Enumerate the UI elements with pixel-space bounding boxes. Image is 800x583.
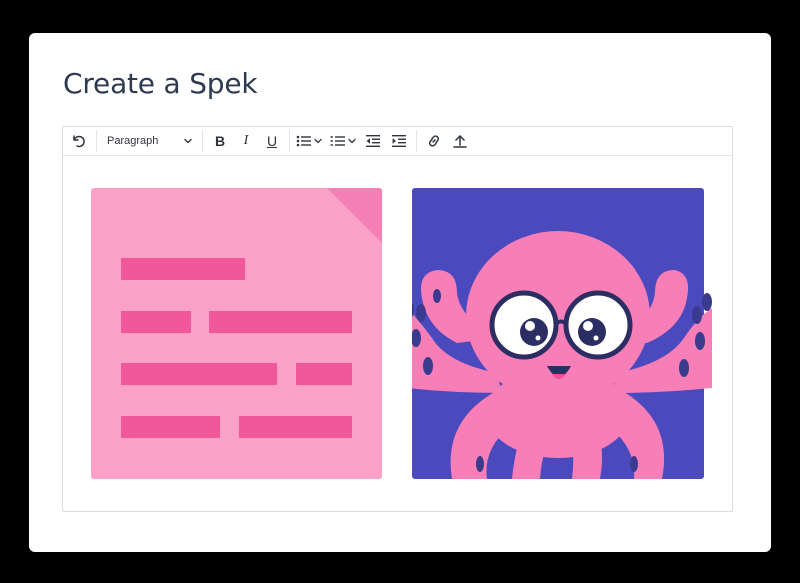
- octopus-illustration: [412, 188, 712, 479]
- toolbar-separator: [202, 130, 203, 152]
- toolbar-separator: [96, 130, 97, 152]
- numbered-list-icon: [330, 136, 356, 146]
- outdent-button[interactable]: [361, 129, 385, 153]
- upload-button[interactable]: [448, 129, 472, 153]
- spek-card: Create a Spek Paragraph B I U: [29, 33, 771, 552]
- block-format-dropdown[interactable]: Paragraph: [102, 129, 197, 153]
- undo-icon: [73, 135, 85, 148]
- underline-button[interactable]: U: [260, 129, 284, 153]
- numbered-list-button[interactable]: [329, 129, 359, 153]
- link-icon: [428, 135, 440, 147]
- block-format-label: Paragraph: [107, 135, 159, 147]
- italic-button[interactable]: I: [234, 129, 258, 153]
- editor-content[interactable]: [63, 157, 732, 512]
- editor-toolbar: Paragraph B I U: [63, 127, 732, 156]
- page-title: Create a Spek: [63, 67, 258, 100]
- upload-icon: [453, 135, 467, 148]
- document-illustration: [91, 188, 382, 479]
- indent-icon: [392, 135, 406, 147]
- bullet-list-icon: [296, 135, 322, 147]
- toolbar-separator: [416, 130, 417, 152]
- bold-button[interactable]: B: [208, 129, 232, 153]
- bullet-list-button[interactable]: [295, 129, 325, 153]
- outdent-icon: [366, 135, 380, 147]
- chevron-down-icon: [184, 138, 192, 144]
- underline-icon: U: [266, 133, 278, 149]
- indent-button[interactable]: [387, 129, 411, 153]
- bold-icon: B: [214, 133, 226, 149]
- toolbar-separator: [289, 130, 290, 152]
- undo-button[interactable]: [67, 129, 91, 153]
- rich-text-editor[interactable]: Paragraph B I U: [62, 126, 733, 512]
- italic-icon: I: [243, 133, 249, 148]
- link-button[interactable]: [422, 129, 446, 153]
